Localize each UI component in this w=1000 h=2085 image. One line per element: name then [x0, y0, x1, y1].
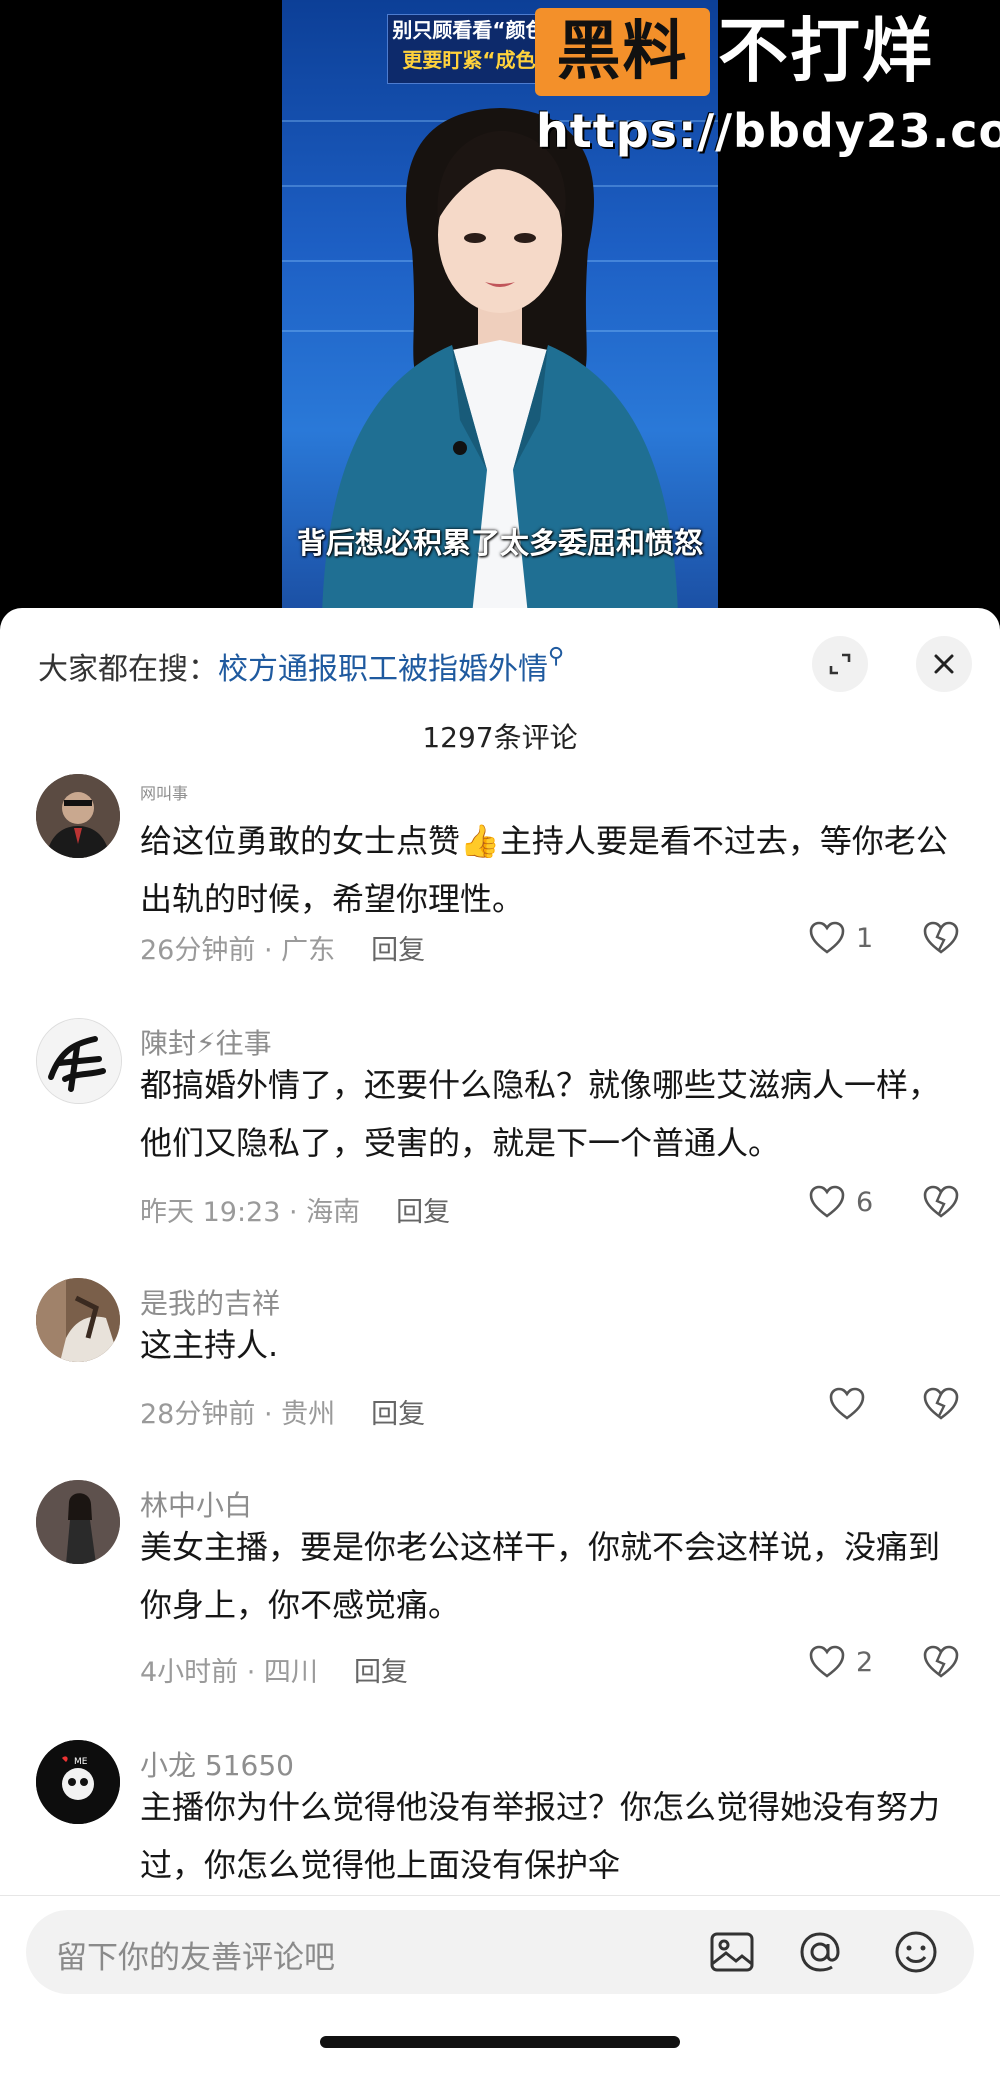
comment-sheet: 大家都在搜：校方通报职工被指婚外情⚲ 1297条评论 网叫事 给这位勇敢的女士点…: [0, 608, 1000, 2085]
dislike-button[interactable]: [922, 1644, 960, 1684]
like-button[interactable]: [828, 1386, 876, 1422]
avatar[interactable]: [36, 774, 120, 858]
like-button[interactable]: 2: [808, 1644, 873, 1680]
comment-text: 给这位勇敢的女士点赞👍主持人要是看不过去，等你老公出轨的时候，希望你理性。: [140, 822, 948, 918]
video-player[interactable]: 别只顾看看“颜色” 更要盯紧“成色” 背后想必积累了太多委屈和愤怒 黑料 不打烊…: [0, 0, 1000, 615]
trending-search-prefix: 大家都在搜：: [38, 652, 218, 687]
like-count: 1: [856, 922, 874, 954]
watermark-url: https://bbdy23.com: [536, 104, 1000, 158]
comment-time-location: 28分钟前 · 贵州: [140, 1399, 336, 1430]
avatar[interactable]: [36, 1018, 122, 1104]
comment-meta: 26分钟前 · 广东 回复: [140, 928, 425, 967]
reply-button[interactable]: 回复: [371, 935, 425, 966]
heart-icon: [809, 1185, 845, 1218]
watermark-badge: 黑料: [535, 8, 710, 96]
search-icon: ⚲: [548, 644, 565, 669]
mention-button[interactable]: [794, 1926, 846, 1982]
comment-username[interactable]: 网叫事: [140, 780, 188, 804]
comment-meta: 28分钟前 · 贵州 回复: [140, 1392, 425, 1431]
comment-meta: 昨天 19:23 · 海南 回复: [140, 1190, 450, 1229]
at-icon: [800, 1932, 840, 1972]
heart-icon: [829, 1387, 865, 1420]
broken-heart-icon: [923, 1387, 959, 1420]
image-button[interactable]: [706, 1926, 758, 1982]
comment-input[interactable]: 留下你的友善评论吧: [26, 1910, 974, 1994]
broken-heart-icon: [923, 921, 959, 954]
broken-heart-icon: [923, 1645, 959, 1678]
comment-text: 这主持人.: [140, 1326, 279, 1364]
avatar[interactable]: [36, 1480, 120, 1564]
broken-heart-icon: [923, 1185, 959, 1218]
like-count: 2: [856, 1646, 874, 1678]
watermark-badge-text: 黑料: [556, 15, 689, 89]
svg-text:ME: ME: [74, 1757, 88, 1767]
home-indicator[interactable]: [320, 2036, 680, 2048]
like-count: 6: [856, 1186, 874, 1218]
expand-button[interactable]: [812, 636, 868, 692]
like-button[interactable]: 6: [808, 1184, 873, 1220]
comment-input-placeholder: 留下你的友善评论吧: [56, 1940, 335, 1976]
trending-search[interactable]: 大家都在搜：校方通报职工被指婚外情⚲: [38, 644, 564, 688]
comment-text: 都搞婚外情了，还要什么隐私？就像哪些艾滋病人一样，他们又隐私了，受害的，就是下一…: [140, 1066, 941, 1162]
heart-icon: [809, 921, 845, 954]
watermark-text: 不打烊: [718, 10, 934, 92]
expand-icon: [829, 653, 851, 675]
reply-button[interactable]: 回复: [371, 1399, 425, 1430]
dislike-button[interactable]: [922, 920, 960, 960]
dislike-button[interactable]: [922, 1184, 960, 1224]
avatar[interactable]: [36, 1278, 120, 1362]
comment-text: 主播你为什么觉得他没有举报过？你怎么觉得她没有努力过，你怎么觉得他上面没有保护伞: [140, 1788, 941, 1884]
heart-icon: [809, 1645, 845, 1678]
trending-search-query[interactable]: 校方通报职工被指婚外情: [218, 652, 548, 687]
image-icon: [710, 1932, 754, 1972]
close-button[interactable]: [916, 636, 972, 692]
close-icon: [934, 654, 954, 674]
comment-input-bar: 留下你的友善评论吧: [0, 1895, 1000, 2085]
reply-button[interactable]: 回复: [354, 1657, 408, 1688]
avatar[interactable]: ME: [36, 1740, 120, 1824]
like-button[interactable]: 1: [808, 920, 873, 956]
comment-text: 美女主播，要是你老公这样干，你就不会这样说，没痛到你身上，你不感觉痛。: [140, 1528, 941, 1624]
comment-time-location: 昨天 19:23 · 海南: [140, 1197, 361, 1228]
reply-button[interactable]: 回复: [396, 1197, 450, 1228]
video-subtitle: 背后想必积累了太多委屈和愤怒: [296, 526, 703, 560]
comment-time-location: 4小时前 · 四川: [140, 1657, 318, 1688]
emoji-button[interactable]: [890, 1926, 942, 1982]
comment-meta: 4小时前 · 四川 回复: [140, 1650, 408, 1689]
comment-count: 1297条评论: [422, 721, 578, 754]
dislike-button[interactable]: [922, 1386, 960, 1426]
comment-time-location: 26分钟前 · 广东: [140, 935, 336, 966]
smile-icon: [895, 1931, 937, 1973]
